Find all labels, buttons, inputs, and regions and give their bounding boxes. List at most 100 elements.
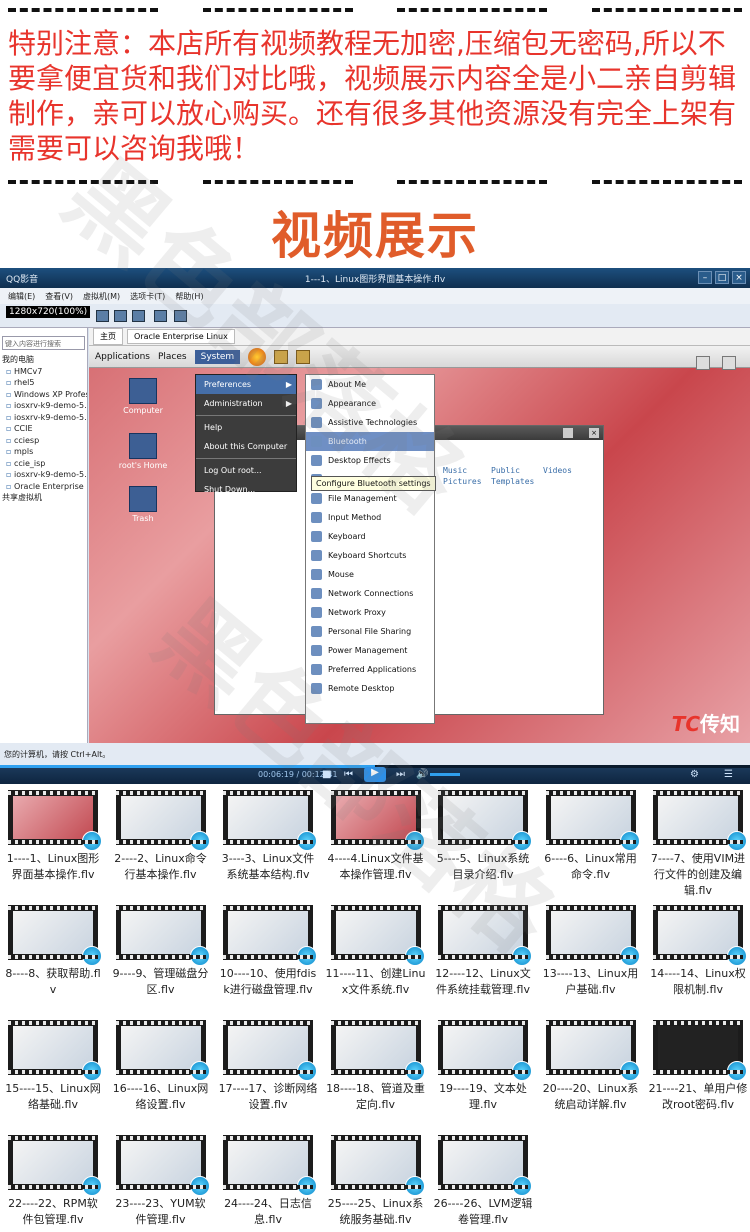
library-item[interactable]: mpls: [0, 446, 87, 458]
desktop-icon-home[interactable]: root's Home: [103, 433, 183, 470]
video-thumbnail[interactable]: 25----25、Linux系统服务基础.flv: [326, 1135, 426, 1228]
library-search-input[interactable]: 键入内容进行搜索: [2, 336, 85, 350]
menu-item-about[interactable]: About this Computer: [196, 437, 296, 456]
menu-item-logout[interactable]: Log Out root...: [196, 461, 296, 480]
video-thumbnail[interactable]: 17----17、诊断网络设置.flv: [218, 1020, 318, 1113]
next-icon[interactable]: ⏭: [396, 769, 405, 780]
menu-edit[interactable]: 编辑(E): [8, 291, 35, 302]
mail-icon[interactable]: [274, 349, 289, 364]
preferences-item-remote-desktop[interactable]: Remote Desktop: [306, 679, 434, 698]
preferences-item-preferred-applications[interactable]: Preferred Applications: [306, 660, 434, 679]
video-thumbnail[interactable]: 22----22、RPM软件包管理.flv: [3, 1135, 103, 1228]
preferences-item-mouse[interactable]: Mouse: [306, 565, 434, 584]
library-item[interactable]: iosxrv-k9-demo-5.1.: [0, 469, 87, 481]
toolbar-fullscreen-icon[interactable]: [132, 310, 145, 322]
menu-view[interactable]: 查看(V): [45, 291, 73, 302]
tab-home[interactable]: 主页: [93, 328, 123, 345]
preferences-item-assistive-technologies[interactable]: Assistive Technologies: [306, 413, 434, 432]
preferences-item-bluetooth[interactable]: Bluetooth: [306, 432, 434, 451]
video-thumbnail[interactable]: 3----3、Linux文件系统基本结构.flv: [218, 790, 318, 883]
video-thumbnail[interactable]: 13----13、Linux用户基础.flv: [541, 905, 641, 998]
close-icon[interactable]: ×: [589, 428, 599, 438]
video-thumbnail[interactable]: 1----1、Linux图形界面基本操作.flv: [3, 790, 103, 883]
library-item[interactable]: iosxrv-k9-demo-5.1.: [0, 400, 87, 412]
folder-pictures[interactable]: Pictures: [443, 477, 491, 486]
panel-places[interactable]: Places: [158, 352, 187, 362]
network-icon[interactable]: [722, 356, 736, 370]
video-thumbnail[interactable]: 7----7、使用VIM进行文件的创建及编辑.flv: [648, 790, 748, 899]
video-thumbnail[interactable]: 8----8、获取帮助.flv: [3, 905, 103, 998]
preferences-item-appearance[interactable]: Appearance: [306, 394, 434, 413]
desktop-icon-trash[interactable]: Trash: [103, 486, 183, 523]
video-thumbnail[interactable]: 9----9、管理磁盘分区.flv: [111, 905, 211, 998]
folder-music[interactable]: Music: [443, 466, 491, 475]
menu-vm[interactable]: 虚拟机(M): [83, 291, 120, 302]
preferences-item-network-connections[interactable]: Network Connections: [306, 584, 434, 603]
play-button[interactable]: ▶: [364, 767, 386, 782]
menu-help[interactable]: 帮助(H): [175, 291, 203, 302]
library-item[interactable]: HMCv7: [0, 366, 87, 378]
toolbar-unity-icon[interactable]: [154, 310, 167, 322]
panel-system[interactable]: System: [194, 349, 241, 364]
library-item[interactable]: iosxrv-k9-demo-5.1.: [0, 412, 87, 424]
video-thumbnail[interactable]: 20----20、Linux系统启动详解.flv: [541, 1020, 641, 1113]
stop-icon[interactable]: ■: [322, 769, 331, 780]
close-icon[interactable]: ×: [732, 271, 746, 284]
volume-slider[interactable]: [430, 773, 460, 776]
video-thumbnail[interactable]: 23----23、YUM软件管理.flv: [111, 1135, 211, 1228]
preferences-item-input-method[interactable]: Input Method: [306, 508, 434, 527]
library-shared[interactable]: 共享虚拟机: [0, 492, 87, 504]
preferences-item-network-proxy[interactable]: Network Proxy: [306, 603, 434, 622]
video-thumbnail[interactable]: 24----24、日志信息.flv: [218, 1135, 318, 1228]
library-item[interactable]: Oracle Enterprise Lir: [0, 481, 87, 493]
library-item[interactable]: CCIE: [0, 423, 87, 435]
preferences-item-power-management[interactable]: Power Management: [306, 641, 434, 660]
folder-videos[interactable]: Videos: [543, 466, 583, 475]
video-thumbnail[interactable]: 11----11、创建Linux文件系统.flv: [326, 905, 426, 998]
video-thumbnail[interactable]: 26----26、LVM逻辑卷管理.flv: [433, 1135, 533, 1228]
guest-desktop[interactable]: 主页 Oracle Enterprise Linux Applications …: [89, 328, 750, 743]
video-thumbnail[interactable]: 15----15、Linux网络基础.flv: [3, 1020, 103, 1113]
menu-item-administration[interactable]: Administration ▶: [196, 394, 296, 413]
toolbar-snapshot-icon[interactable]: [114, 310, 127, 322]
firefox-icon[interactable]: [248, 347, 267, 366]
volume-icon[interactable]: [696, 356, 710, 370]
toolbar-console-icon[interactable]: [174, 310, 187, 322]
toolbar-view-icon[interactable]: [96, 310, 109, 322]
panel-applications[interactable]: Applications: [95, 352, 150, 362]
preferences-item-desktop-effects[interactable]: Desktop Effects: [306, 451, 434, 470]
preferences-item-about-me[interactable]: About Me: [306, 375, 434, 394]
minimize-icon[interactable]: –: [698, 271, 712, 284]
desktop-icon-computer[interactable]: Computer: [103, 378, 183, 415]
video-thumbnail[interactable]: 12----12、Linux文件系统挂载管理.flv: [433, 905, 533, 998]
maximize-icon[interactable]: [563, 428, 573, 438]
settings-icon[interactable]: ⚙: [690, 769, 699, 780]
video-thumbnail[interactable]: 14----14、Linux权限机制.flv: [648, 905, 748, 998]
preferences-item-file-management[interactable]: File Management: [306, 489, 434, 508]
folder-templates[interactable]: Templates: [491, 477, 543, 486]
menu-tabs[interactable]: 选项卡(T): [130, 291, 165, 302]
video-thumbnail[interactable]: 10----10、使用fdisk进行磁盘管理.flv: [218, 905, 318, 998]
video-thumbnail[interactable]: 4----4.Linux文件基本操作管理.flv: [326, 790, 426, 883]
menu-item-help[interactable]: Help: [196, 418, 296, 437]
video-thumbnail[interactable]: 6----6、Linux常用命令.flv: [541, 790, 641, 883]
tab-oracle-linux[interactable]: Oracle Enterprise Linux: [127, 329, 235, 344]
video-thumbnail[interactable]: 5----5、Linux系统目录介绍.flv: [433, 790, 533, 883]
playlist-icon[interactable]: ☰: [724, 769, 733, 780]
library-item[interactable]: rhel5: [0, 377, 87, 389]
library-item[interactable]: ccie_isp: [0, 458, 87, 470]
video-thumbnail[interactable]: 19----19、文本处理.flv: [433, 1020, 533, 1113]
preferences-item-personal-file-sharing[interactable]: Personal File Sharing: [306, 622, 434, 641]
preferences-item-keyboard-shortcuts[interactable]: Keyboard Shortcuts: [306, 546, 434, 565]
library-title[interactable]: 我的电脑: [0, 354, 87, 366]
maximize-icon[interactable]: □: [715, 271, 729, 284]
video-thumbnail[interactable]: 21----21、单用户修改root密码.flv: [648, 1020, 748, 1113]
notes-icon[interactable]: [296, 349, 311, 364]
previous-icon[interactable]: ⏮: [344, 769, 353, 780]
preferences-item-keyboard[interactable]: Keyboard: [306, 527, 434, 546]
video-thumbnail[interactable]: 18----18、管道及重定向.flv: [326, 1020, 426, 1113]
video-thumbnail[interactable]: 16----16、Linux网络设置.flv: [111, 1020, 211, 1113]
menu-item-preferences[interactable]: Preferences ▶: [196, 375, 296, 394]
library-item[interactable]: cciesp: [0, 435, 87, 447]
library-item[interactable]: Windows XP Profess: [0, 389, 87, 401]
